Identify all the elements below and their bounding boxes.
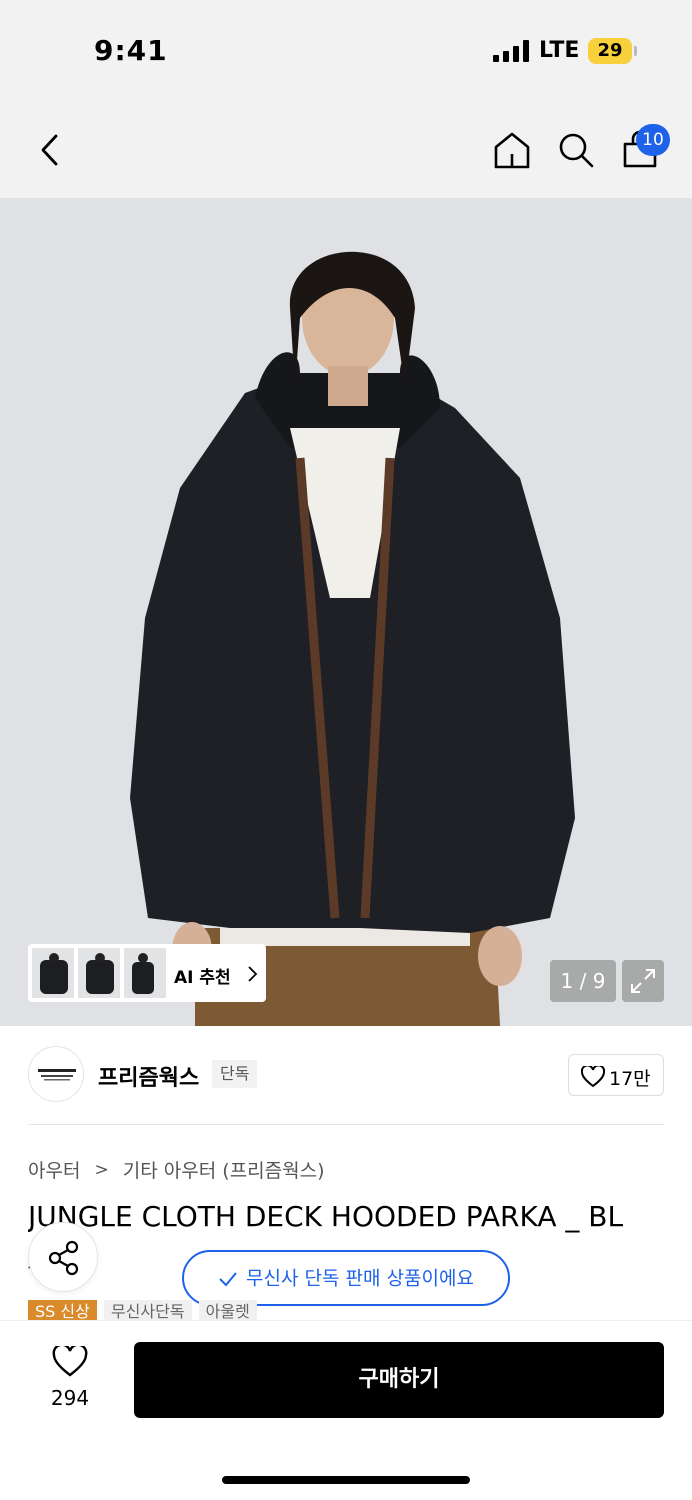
product-title: JUNGLE CLOTH DECK HOODED PARKA _ BL bbox=[28, 1200, 624, 1233]
wishlist-count: 294 bbox=[50, 1386, 90, 1410]
product-photo bbox=[0, 198, 692, 1026]
brand-logo[interactable] bbox=[28, 1046, 84, 1102]
cart-count-badge: 10 bbox=[636, 124, 670, 156]
brand-like-button[interactable]: 17만 bbox=[568, 1054, 664, 1096]
network-label: LTE bbox=[539, 38, 580, 63]
wishlist-heart-icon[interactable] bbox=[52, 1346, 88, 1378]
tag-outlet: 아울렛 bbox=[198, 1300, 257, 1320]
battery-icon: 29 bbox=[588, 38, 632, 64]
chevron-right-icon bbox=[248, 966, 258, 982]
share-icon bbox=[48, 1240, 79, 1276]
tag-exclusive: 무신사단독 bbox=[103, 1300, 192, 1320]
brand-logo-mark bbox=[38, 1069, 76, 1081]
page-indicator: 1 / 9 bbox=[550, 960, 616, 1002]
check-icon bbox=[219, 1271, 237, 1286]
home-icon[interactable] bbox=[492, 130, 532, 170]
exclusive-badge: 단독 bbox=[212, 1060, 258, 1088]
brand-name[interactable]: 프리즘웍스 bbox=[98, 1060, 199, 1092]
exclusive-notice-text: 무신사 단독 판매 상품이에요 bbox=[246, 1267, 474, 1290]
breadcrumb-separator: > bbox=[94, 1159, 109, 1180]
breadcrumb-category[interactable]: 아우터 bbox=[28, 1156, 80, 1183]
expand-icon bbox=[631, 969, 655, 993]
battery-tip bbox=[634, 46, 637, 56]
expand-button[interactable] bbox=[622, 960, 664, 1002]
home-indicator bbox=[222, 1476, 470, 1484]
breadcrumb: 아우터 > 기타 아우터 (프리즘웍스) bbox=[28, 1156, 325, 1183]
brand-like-count: 17만 bbox=[609, 1068, 651, 1090]
tag-new: SS 신상 bbox=[28, 1300, 97, 1320]
back-icon[interactable] bbox=[36, 132, 66, 168]
product-image[interactable] bbox=[0, 198, 692, 1026]
share-button[interactable] bbox=[28, 1222, 98, 1292]
thumbnail-figures bbox=[40, 953, 154, 994]
signal-icon bbox=[493, 40, 529, 62]
breadcrumb-subcategory[interactable]: 기타 아우터 (프리즘웍스) bbox=[123, 1156, 325, 1183]
product-tags: SS 신상 무신사단독 아울렛 bbox=[28, 1300, 259, 1320]
heart-icon bbox=[581, 1066, 605, 1088]
divider bbox=[28, 1124, 664, 1125]
status-time: 9:41 bbox=[94, 34, 168, 67]
buy-button[interactable]: 구매하기 bbox=[134, 1342, 664, 1418]
search-icon[interactable] bbox=[556, 130, 596, 170]
ai-recommend-label[interactable]: AI 추천 bbox=[174, 963, 231, 988]
exclusive-notice-pill: 무신사 단독 판매 상품이에요 bbox=[182, 1250, 510, 1306]
